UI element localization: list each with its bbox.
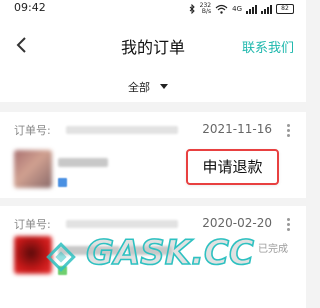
apply-refund-button[interactable]: 申请退款: [186, 149, 279, 185]
order-number-label: 订单号:: [14, 124, 51, 137]
contact-us-link[interactable]: 联系我们: [242, 37, 294, 56]
product-tag-icon: [58, 178, 67, 187]
wifi-icon: [215, 4, 228, 14]
more-vertical-icon[interactable]: [287, 218, 290, 231]
more-vertical-icon[interactable]: [287, 124, 290, 137]
order-number-label: 订单号:: [14, 218, 51, 231]
watermark-text: GASK.CC: [86, 234, 254, 273]
signal-icon: [246, 4, 257, 14]
caret-down-icon: [160, 84, 168, 89]
bluetooth-icon: [189, 4, 195, 14]
status-time: 09:42: [14, 1, 46, 14]
order-number-redacted: [66, 220, 178, 228]
product-thumbnail: [14, 150, 52, 188]
watermark: GASK.CC: [0, 234, 306, 308]
product-title-redacted: [58, 158, 108, 167]
watermark-logo: [46, 242, 76, 272]
order-number-redacted: [66, 126, 178, 134]
status-bar: 09:42 232 B/s 4G 82: [0, 0, 306, 20]
order-date: 2020-02-20: [202, 216, 272, 230]
signal-icon-2: [261, 4, 272, 14]
nav-bar: 我的订单 联系我们: [0, 20, 306, 72]
battery-icon: 82: [276, 4, 294, 14]
network-speed: 232 B/s: [199, 2, 212, 15]
network-type: 4G: [232, 5, 242, 13]
filter-dropdown[interactable]: 全部: [0, 72, 306, 102]
filter-label: 全部: [128, 81, 150, 94]
status-icons: 232 B/s 4G 82: [189, 3, 294, 15]
order-date: 2021-11-16: [202, 122, 272, 136]
